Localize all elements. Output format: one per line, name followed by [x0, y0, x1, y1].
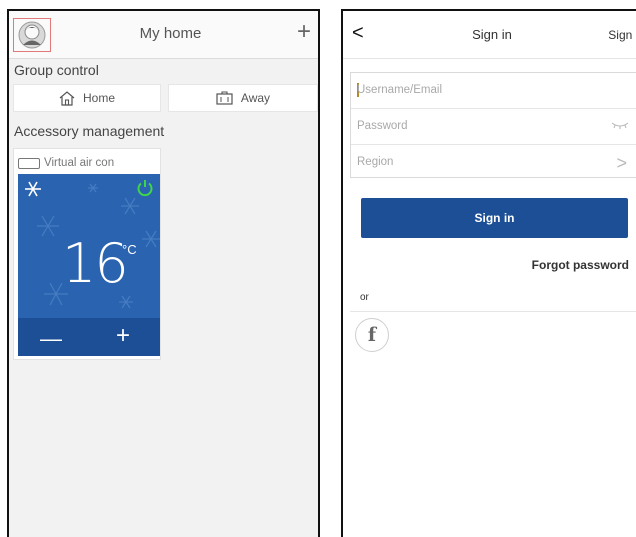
- region-placeholder: Region: [357, 156, 394, 168]
- device-name: Virtual air con: [44, 157, 115, 169]
- ac-control-panel: 16 °C — +: [18, 174, 160, 356]
- ac-control-bar: — +: [18, 318, 160, 356]
- away-mode-label: Away: [240, 91, 271, 105]
- home-header: My home +: [9, 11, 318, 59]
- increase-temperature-button[interactable]: +: [116, 322, 130, 350]
- password-placeholder: Password: [357, 120, 408, 132]
- plus-icon[interactable]: +: [297, 19, 311, 45]
- temperature-unit: °C: [122, 242, 137, 257]
- snowflake-icon[interactable]: [24, 180, 42, 198]
- username-placeholder: Username/Email: [357, 84, 442, 96]
- or-divider-label: or: [360, 292, 369, 303]
- device-card[interactable]: Virtual air con 16 °C — +: [13, 148, 161, 360]
- facebook-login-button[interactable]: f: [355, 318, 389, 352]
- group-control-label: Group control: [14, 62, 99, 78]
- username-field[interactable]: Username/Email: [351, 73, 636, 109]
- hidden-password-icon[interactable]: [611, 121, 629, 129]
- my-home-screen: My home + Group control Home Away Access…: [7, 9, 320, 537]
- air-conditioner-icon: [18, 157, 40, 169]
- power-icon[interactable]: [136, 179, 154, 197]
- region-field[interactable]: Region >: [351, 145, 636, 180]
- device-card-header: Virtual air con: [18, 157, 114, 169]
- sign-in-header: < Sign in Sign up: [343, 11, 636, 59]
- away-mode-button[interactable]: Away: [168, 84, 318, 112]
- divider: [350, 311, 636, 312]
- sign-up-link[interactable]: Sign up: [608, 28, 636, 42]
- page-title: My home: [139, 25, 202, 42]
- temperature-value: 16: [62, 232, 129, 295]
- sign-in-screen: < Sign in Sign up Username/Email Passwor…: [341, 9, 636, 537]
- forgot-password-link[interactable]: Forgot password: [532, 258, 629, 272]
- home-mode-button[interactable]: Home: [13, 84, 161, 112]
- page-title: Sign in: [472, 27, 512, 42]
- house-icon: [59, 90, 75, 106]
- suitcase-icon: [216, 91, 233, 105]
- decrease-temperature-button[interactable]: —: [40, 326, 62, 352]
- password-field[interactable]: Password: [351, 109, 636, 145]
- sign-in-form: Username/Email Password Region >: [350, 72, 636, 178]
- sign-in-button[interactable]: Sign in: [361, 198, 628, 238]
- accessory-management-label: Accessory management: [14, 123, 165, 139]
- facebook-icon: f: [367, 324, 377, 346]
- chevron-right-icon: >: [616, 153, 627, 173]
- home-mode-label: Home: [82, 91, 115, 105]
